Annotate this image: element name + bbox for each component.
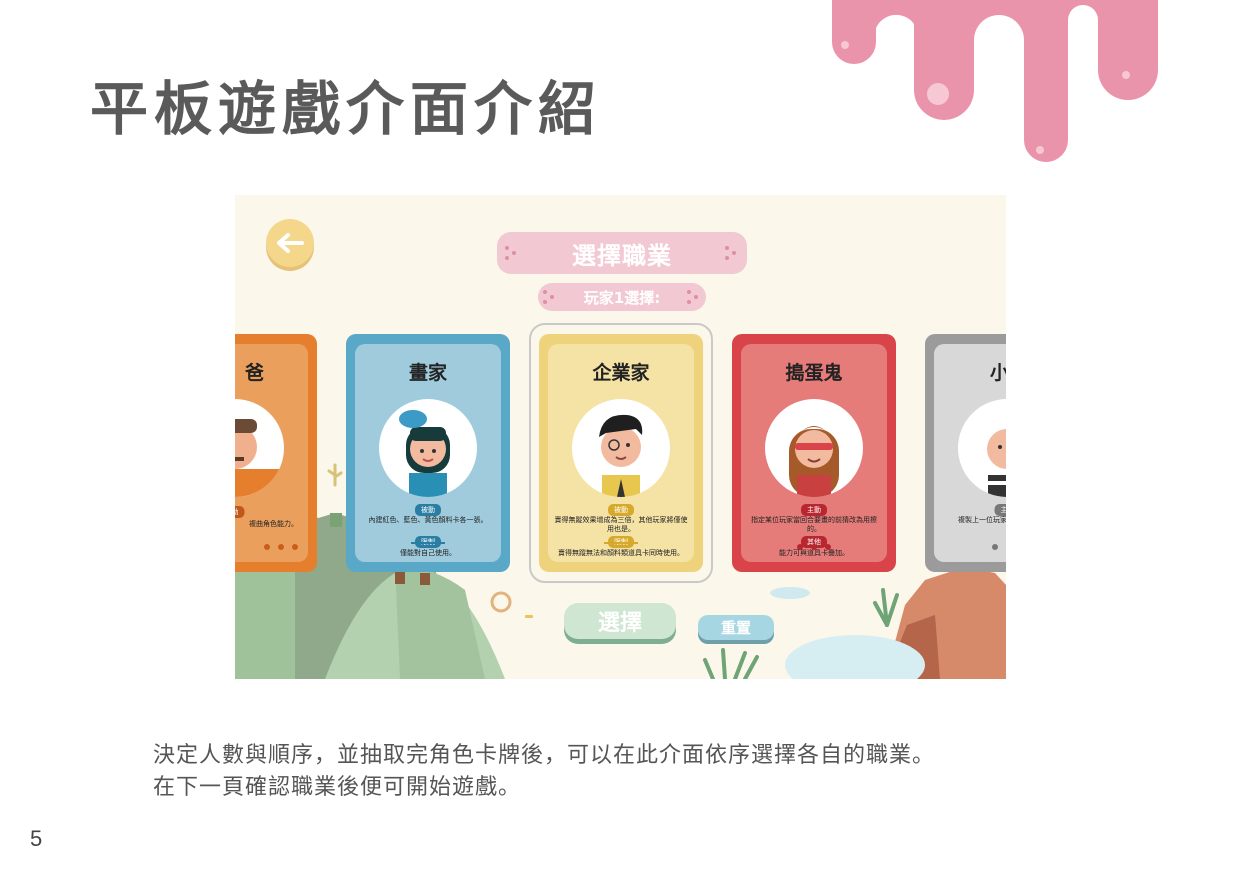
card-title: 搗蛋鬼 (785, 362, 843, 384)
dots-icon (725, 246, 739, 260)
player-selecting-label: 玩家1選擇: (538, 283, 706, 311)
entrepreneur-portrait (572, 399, 670, 497)
card-pips (988, 544, 1006, 550)
card-description: 內建紅色、藍色、黃色顏料卡各一張。 (368, 516, 488, 524)
profession-card-clown[interactable]: 小 主 複製上一位玩家 (925, 334, 1006, 572)
card-title: 爸 (244, 362, 264, 384)
card-divider (604, 542, 638, 544)
page-number: 5 (30, 826, 43, 851)
back-button[interactable] (266, 219, 314, 267)
profession-card-father[interactable]: 爸 動 複曲角色能力。 (235, 334, 317, 572)
card-title: 畫家 (408, 362, 447, 384)
card-tag: 主 (994, 504, 1006, 516)
player-prompt: 玩家1選擇: (583, 288, 661, 307)
card-title: 企業家 (592, 362, 650, 384)
card-tag-passive: 被動 (608, 504, 634, 516)
card-limit-text: 僅能對自己使用。 (400, 549, 456, 557)
painter-portrait (379, 399, 477, 497)
game-screenshot: 選擇職業 玩家1選擇: 爸 動 複曲角色能力。 畫家 被動 內建紅色、藍色、黃色… (235, 195, 1006, 679)
card-tag: 動 (235, 506, 245, 518)
card-description: 複曲角色能力。 (249, 520, 298, 528)
choose-profession-banner: 選擇職業 (497, 232, 747, 274)
arrow-left-icon (277, 233, 304, 253)
card-description: 指定某位玩家當回合要畫的前猜改為用擦的。 (751, 516, 877, 533)
card-other-text: 能力可與道具卡疊加。 (779, 549, 849, 557)
profession-card-trickster[interactable]: 搗蛋鬼 主動 指定某位玩家當回合要畫的前猜改為用擦的。 其他 能力可與道具卡疊加… (732, 334, 896, 572)
card-tag-passive: 被動 (415, 504, 441, 516)
dots-icon (543, 290, 557, 304)
profession-card-painter[interactable]: 畫家 被動 內建紅色、藍色、黃色顏料卡各一張。 限制 僅能對自己使用。 (346, 334, 510, 572)
card-pips (741, 544, 887, 550)
card-pips (235, 544, 302, 550)
card-title: 小 (990, 362, 1006, 384)
character-portrait (958, 399, 1006, 497)
card-divider (411, 542, 445, 544)
dots-icon (687, 290, 701, 304)
page-caption: 決定人數與順序，並抽取完角色卡牌後，可以在此介面依序選擇各自的職業。 在下一頁確… (153, 740, 935, 804)
caption-line-1: 決定人數與順序，並抽取完角色卡牌後，可以在此介面依序選擇各自的職業。 (153, 743, 936, 768)
card-description: 賣得無蹤效果增成為三倍，其他玩家將僅使用也是。 (554, 516, 688, 533)
reset-button[interactable]: 重置 (698, 615, 774, 640)
card-description: 複製上一位玩家 (958, 516, 1006, 524)
card-limit-text: 賣得無蹤無法和顏料類道具卡同時使用。 (558, 549, 684, 557)
select-button[interactable]: 選擇 (564, 603, 676, 639)
banner-title: 選擇職業 (572, 241, 672, 270)
caption-line-2: 在下一頁確認職業後便可開始遊戲。 (153, 775, 522, 800)
profession-card-entrepreneur[interactable]: 企業家 被動 賣得無蹤效果增成為三倍，其他玩家將僅使用也是。 限制 賣得無蹤無法… (539, 334, 703, 572)
card-tag-active: 主動 (801, 504, 827, 516)
page-title: 平板遊戲介面介紹 (90, 75, 603, 143)
character-portrait (235, 399, 284, 497)
trickster-portrait (765, 399, 863, 497)
dots-icon (505, 246, 519, 260)
